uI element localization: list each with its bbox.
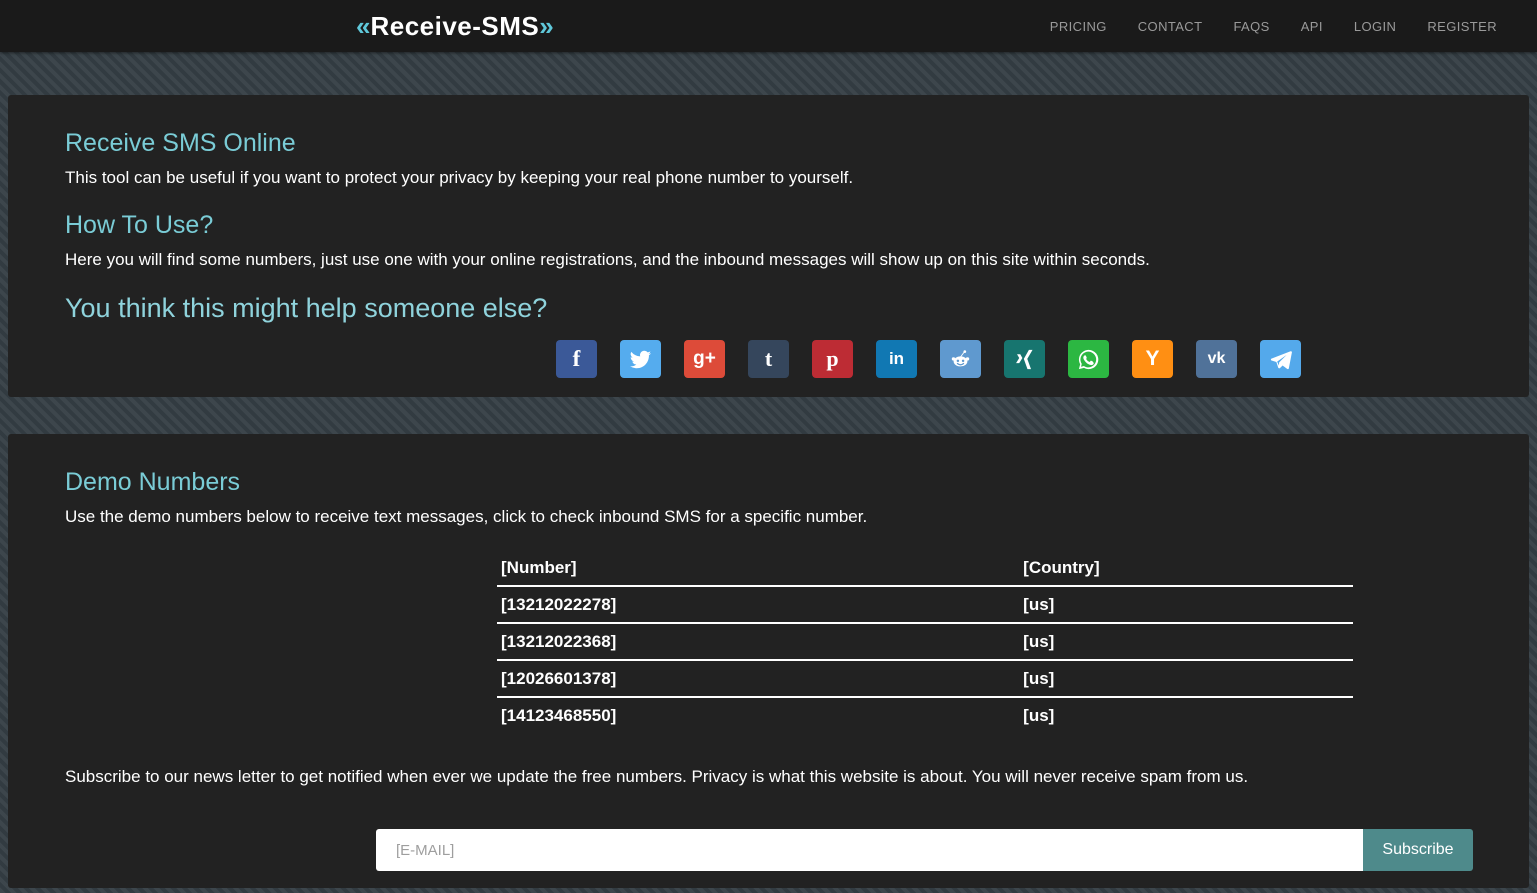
share-tumblr-button[interactable]: t <box>748 340 789 378</box>
table-row[interactable]: [14123468550] [us] <box>497 697 1353 733</box>
share-whatsapp-button[interactable] <box>1068 340 1109 378</box>
country-column-header: [Country] <box>1019 550 1353 587</box>
brand-chevron-right: » <box>539 10 554 41</box>
country-cell: [us] <box>1019 623 1353 661</box>
number-cell[interactable]: [12026601378] <box>497 660 1020 698</box>
telegram-icon <box>1270 350 1292 369</box>
brand-chevron-left: « <box>356 10 371 41</box>
xing-icon <box>1016 349 1033 369</box>
table-header-row: [Number] [Country] <box>497 550 1353 587</box>
share-xing-button[interactable] <box>1004 340 1045 378</box>
country-cell: [us] <box>1019 660 1353 698</box>
share-facebook-button[interactable]: f <box>556 340 597 378</box>
nav-links: PRICING CONTACT FAQS API LOGIN REGISTER <box>1050 19 1497 34</box>
newsletter-text: Subscribe to our news letter to get noti… <box>65 767 1249 786</box>
demo-numbers-heading: Demo Numbers <box>65 468 241 496</box>
brand-logo[interactable]: «Receive-SMS» <box>356 11 554 42</box>
table-row[interactable]: [13212022368] [us] <box>497 623 1353 661</box>
vk-icon: vk <box>1207 350 1226 367</box>
demo-numbers-table: [Number] [Country] [13212022278] [us] [1… <box>497 550 1353 733</box>
demo-numbers-text: Use the demo numbers below to receive te… <box>65 507 868 526</box>
country-cell: [us] <box>1023 706 1055 725</box>
number-column-header: [Number] <box>497 550 1020 587</box>
share-pinterest-button[interactable]: p <box>812 340 853 378</box>
number-cell[interactable]: [13212022278] <box>497 586 1020 624</box>
brand-name: Receive-SMS <box>370 10 540 41</box>
share-telegram-button[interactable] <box>1260 340 1301 378</box>
nav-link-register[interactable]: REGISTER <box>1427 19 1497 34</box>
nav-link-pricing[interactable]: PRICING <box>1050 19 1107 34</box>
email-input[interactable] <box>376 829 1363 871</box>
table-row[interactable]: [13212022278] [us] <box>497 586 1353 624</box>
newsletter-form: Subscribe <box>376 829 1473 871</box>
table-row[interactable]: [12026601378] [us] <box>497 660 1353 698</box>
navbar: «Receive-SMS» PRICING CONTACT FAQS API L… <box>0 0 1537 52</box>
share-twitter-button[interactable] <box>620 340 661 378</box>
nav-link-contact[interactable]: CONTACT <box>1138 19 1203 34</box>
how-to-use-heading: How To Use? <box>65 211 214 239</box>
demo-numbers-panel: Demo Numbers Use the demo numbers below … <box>8 434 1529 888</box>
google-plus-icon: g+ <box>693 348 716 369</box>
facebook-icon: f <box>572 346 581 371</box>
tumblr-icon: t <box>764 346 773 371</box>
share-vk-button[interactable]: vk <box>1196 340 1237 378</box>
reddit-icon <box>951 349 970 366</box>
intro-text: This tool can be useful if you want to p… <box>65 168 854 187</box>
yahoo-icon: Y <box>1145 347 1160 370</box>
number-cell[interactable]: [14123468550] <box>497 697 1019 733</box>
social-share-row: f g+ t p in Y vk <box>556 340 1472 378</box>
share-heading: You think this might help someone else? <box>65 293 548 323</box>
twitter-icon <box>629 350 652 368</box>
share-reddit-button[interactable] <box>940 340 981 378</box>
share-yahoo-button[interactable]: Y <box>1132 340 1173 378</box>
subscribe-button[interactable]: Subscribe <box>1363 829 1473 871</box>
pinterest-icon: p <box>826 346 839 371</box>
nav-link-api[interactable]: API <box>1301 19 1323 34</box>
intro-heading: Receive SMS Online <box>65 129 296 157</box>
page: «Receive-SMS» PRICING CONTACT FAQS API L… <box>0 0 1537 893</box>
share-linkedin-button[interactable]: in <box>876 340 917 378</box>
how-to-use-text: Here you will find some numbers, just us… <box>65 250 1150 269</box>
whatsapp-icon <box>1078 349 1099 369</box>
country-cell: [us] <box>1019 586 1353 624</box>
number-cell[interactable]: [13212022368] <box>497 623 1020 661</box>
intro-panel: Receive SMS Online This tool can be usef… <box>8 95 1529 397</box>
nav-link-faqs[interactable]: FAQS <box>1233 19 1269 34</box>
share-google-plus-button[interactable]: g+ <box>684 340 725 378</box>
linkedin-icon: in <box>888 349 905 368</box>
nav-link-login[interactable]: LOGIN <box>1354 19 1396 34</box>
